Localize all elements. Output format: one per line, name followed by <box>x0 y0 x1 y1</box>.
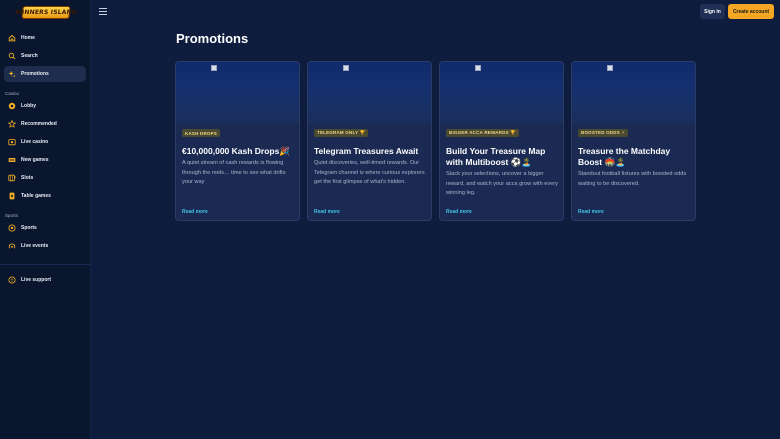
sidebar-item-label: Live support <box>21 277 52 283</box>
sidebar-item-label: Live events <box>21 243 49 249</box>
promo-card[interactable]: BOOSTED ODDS ⚡ Treasure the Matchday Boo… <box>571 61 696 221</box>
promo-card[interactable]: BIGGER ACCA REWARDS 🏆 Build Your Treasur… <box>439 61 564 221</box>
promo-description: Standout football fixtures with boosted … <box>578 171 687 187</box>
promo-description: A quiet stream of cash rewards is flowin… <box>182 160 286 186</box>
sidebar-item-label: Promotions <box>21 71 49 77</box>
sidebar-divider <box>0 264 91 265</box>
read-more-link[interactable]: Read more <box>182 209 208 215</box>
brand-logo[interactable]: WINNERS ISLAND <box>15 6 77 19</box>
promo-card-image <box>440 62 563 123</box>
sparkles-icon <box>8 70 16 78</box>
promo-card-image <box>572 62 695 123</box>
slots-icon <box>8 174 16 182</box>
sidebar-item-live-events[interactable]: Live events <box>4 238 86 254</box>
promo-card-image <box>176 62 299 123</box>
sidebar-item-new-games[interactable]: New games <box>4 152 86 168</box>
broken-image-icon <box>475 65 481 71</box>
sidebar-item-label: Home <box>21 35 35 41</box>
broken-image-icon <box>607 65 613 71</box>
sidebar-item-label: Search <box>21 53 38 59</box>
sidebar: WINNERS ISLAND Home Search Promotions Ca… <box>0 0 91 439</box>
page-title: Promotions <box>176 31 249 46</box>
broken-image-icon <box>211 65 217 71</box>
sign-in-button[interactable]: Sign in <box>700 4 725 19</box>
promo-card-image <box>308 62 431 123</box>
section-label-sports: Sports <box>5 213 19 218</box>
promo-badge: TELEGRAM ONLY 🏆 <box>314 129 369 137</box>
sidebar-item-slots[interactable]: Slots <box>4 170 86 186</box>
read-more-link[interactable]: Read more <box>314 209 340 215</box>
support-chat-icon <box>8 276 16 284</box>
promo-title: Treasure the Matchday Boost 🏟️🏝️ <box>578 146 671 167</box>
sidebar-item-promotions[interactable]: Promotions <box>4 66 86 82</box>
sidebar-item-search[interactable]: Search <box>4 48 86 64</box>
promo-title: €10,000,000 Kash Drops🎉 <box>182 146 290 156</box>
promo-badge: BIGGER ACCA REWARDS 🏆 <box>446 129 519 137</box>
sidebar-item-home[interactable]: Home <box>4 30 86 46</box>
sidebar-item-table-games[interactable]: Table games <box>4 188 86 204</box>
football-icon <box>8 224 16 232</box>
brand-logo-text: WINNERS ISLAND <box>14 9 78 16</box>
sidebar-item-label: New games <box>21 157 49 163</box>
sidebar-item-live-casino[interactable]: Live casino <box>4 134 86 150</box>
read-more-link[interactable]: Read more <box>446 209 472 215</box>
promo-description: Quiet discoveries, well-timed rewards. O… <box>314 160 425 186</box>
sidebar-item-sports[interactable]: Sports <box>4 220 86 236</box>
hamburger-menu-icon[interactable] <box>99 8 107 15</box>
sidebar-item-live-support[interactable]: Live support <box>4 272 86 288</box>
promo-card[interactable]: KASH DROPS €10,000,000 Kash Drops🎉 A qui… <box>175 61 300 221</box>
sidebar-item-label: Live casino <box>21 139 49 145</box>
cards-icon <box>8 138 16 146</box>
sidebar-item-label: Lobby <box>21 103 36 109</box>
sidebar-item-label: Recommended <box>21 121 57 127</box>
sidebar-item-label: Slots <box>21 175 34 181</box>
section-label-casino: Casino <box>5 91 20 96</box>
sidebar-item-recommended[interactable]: Recommended <box>4 116 86 132</box>
promo-card[interactable]: TELEGRAM ONLY 🏆 Telegram Treasures Await… <box>307 61 432 221</box>
create-account-button[interactable]: Create account <box>728 4 774 19</box>
new-badge-icon <box>8 156 16 164</box>
table-games-icon <box>8 192 16 200</box>
lobby-icon <box>8 102 16 110</box>
promo-description: Stack your selections, uncover a bigger … <box>446 171 558 197</box>
promo-badge: BOOSTED ODDS ⚡ <box>578 129 628 137</box>
read-more-link[interactable]: Read more <box>578 209 604 215</box>
sidebar-item-lobby[interactable]: Lobby <box>4 98 86 114</box>
sidebar-item-label: Sports <box>21 225 37 231</box>
home-icon <box>8 34 16 42</box>
live-broadcast-icon <box>8 242 16 250</box>
star-icon <box>8 120 16 128</box>
search-icon <box>8 52 16 60</box>
promo-title: Telegram Treasures Await <box>314 146 419 156</box>
sidebar-item-label: Table games <box>21 193 51 199</box>
promo-badge: KASH DROPS <box>182 129 221 137</box>
broken-image-icon <box>343 65 349 71</box>
promo-title: Build Your Treasure Map with Multiboost … <box>446 146 546 167</box>
